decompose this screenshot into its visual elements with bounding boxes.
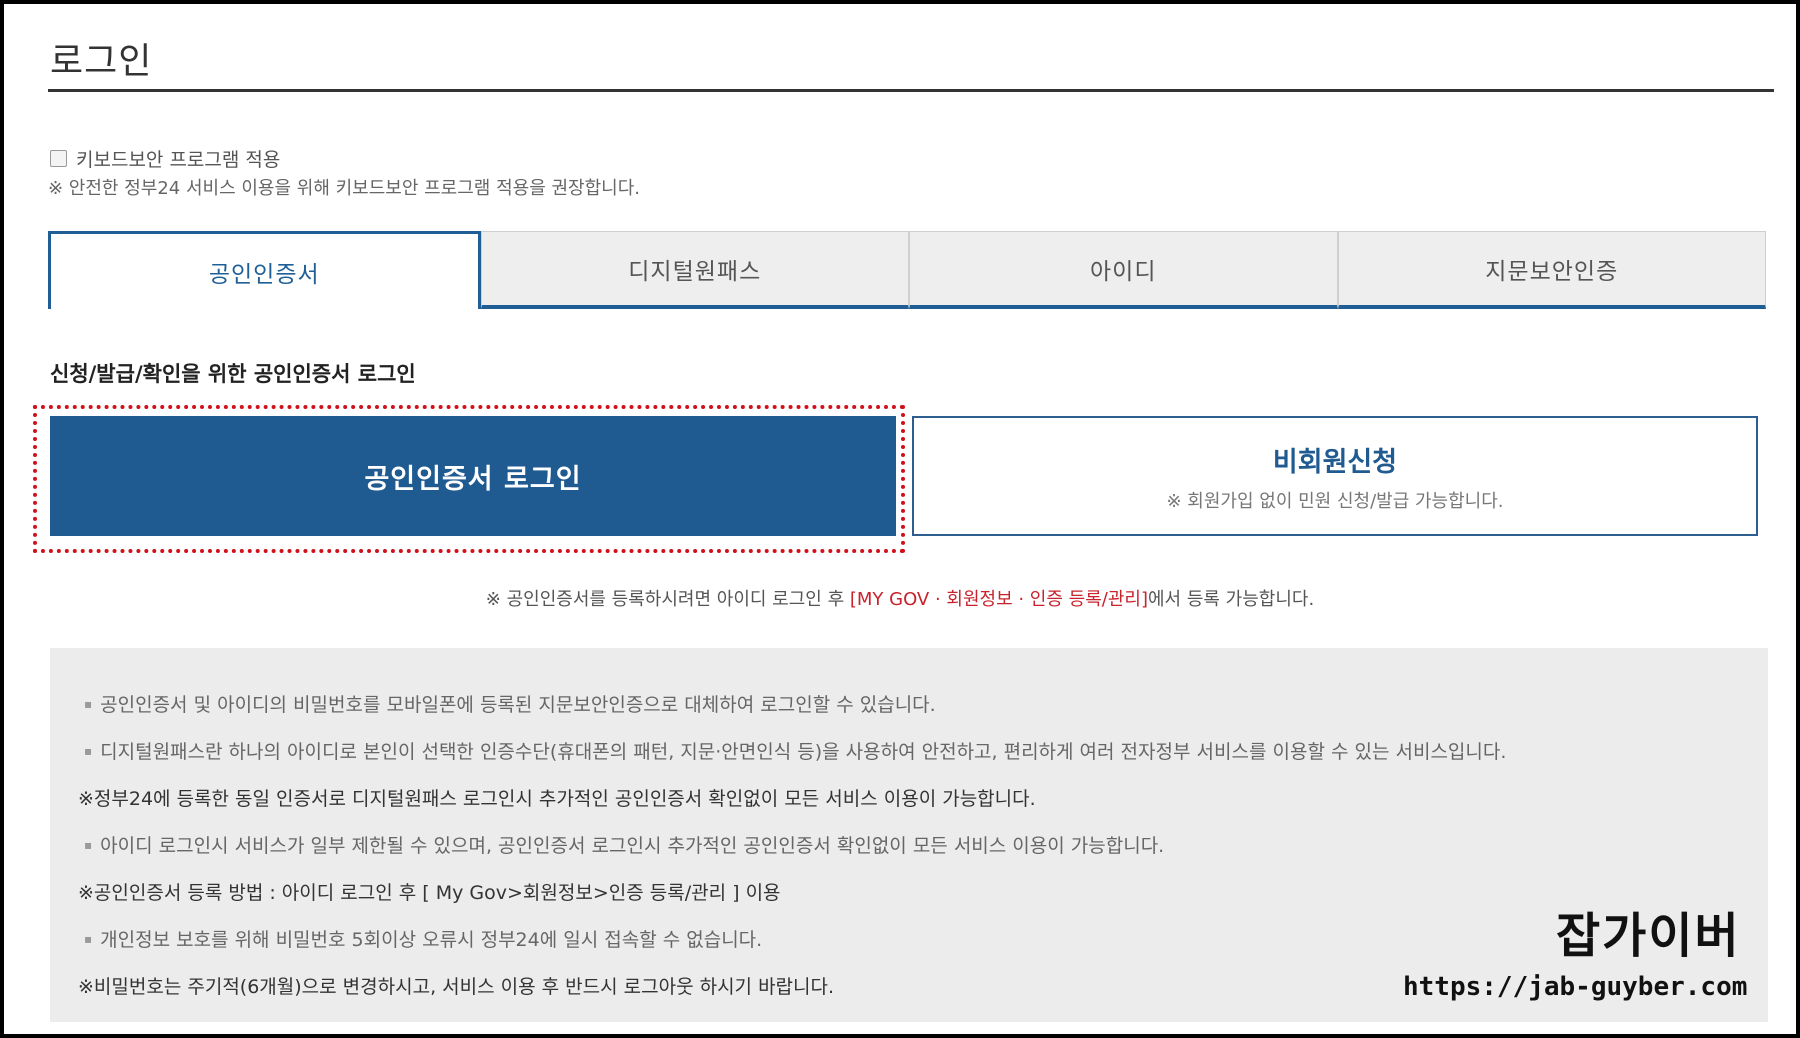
mygov-register-link[interactable]: [MY GOV · 회원정보 · 인증 등록/관리] [850,589,1148,610]
cert-login-button[interactable]: 공인인증서 로그인 [50,416,896,536]
info-line: 공인인증서 및 아이디의 비밀번호를 모바일폰에 등록된 지문보안인증으로 대체… [84,690,936,717]
keyboard-security-label: 키보드보안 프로그램 적용 [76,149,281,171]
info-note: ※비밀번호는 주기적(6개월)으로 변경하시고, 서비스 이용 후 반드시 로그… [78,976,835,998]
tab-id[interactable]: 아이디 [909,231,1338,309]
info-line: 아이디 로그인시 서비스가 일부 제한될 수 있으며, 공인인증서 로그인시 추… [84,831,1164,858]
watermark-title: 잡가이버 [1556,908,1741,964]
info-line: 디지털원패스란 하나의 아이디로 본인이 선택한 인증수단(휴대폰의 패턴, 지… [84,737,1506,764]
nonmember-subtitle: ※ 회원가입 없이 민원 신청/발급 가능합니다. [1166,490,1504,512]
register-note-suffix: 에서 등록 가능합니다. [1147,589,1315,610]
tab-digital-onepass[interactable]: 디지털원패스 [480,231,909,309]
watermark-url: https://jab-guyber.com [1403,972,1748,1002]
nonmember-title: 비회원신청 [1272,446,1398,478]
register-note-prefix: ※ 공인인증서를 등록하시려면 아이디 로그인 후 [485,589,850,610]
keyboard-security-note: ※ 안전한 정부24 서비스 이용을 위해 키보드보안 프로그램 적용을 권장합… [48,178,640,199]
info-note: ※정부24에 등록한 동일 인증서로 디지털원패스 로그인시 추가적인 공인인증… [78,788,1036,810]
login-method-tabs: 공인인증서 디지털원패스 아이디 지문보안인증 [48,231,1766,309]
tab-fingerprint[interactable]: 지문보안인증 [1337,231,1766,309]
info-note: ※공인인증서 등록 방법 : 아이디 로그인 후 [ My Gov>회원정보>인… [78,882,781,904]
title-divider [48,89,1774,92]
cert-section-heading: 신청/발급/확인을 위한 공인인증서 로그인 [50,362,416,386]
keyboard-security-checkbox[interactable] [50,150,67,167]
info-line: 개인정보 보호를 위해 비밀번호 5회이상 오류시 정부24에 일시 접속할 수… [84,925,762,952]
page-title: 로그인 [50,41,153,82]
register-note: ※ 공인인증서를 등록하시려면 아이디 로그인 후 [MY GOV · 회원정보… [0,585,1800,611]
nonmember-apply-button[interactable]: 비회원신청 ※ 회원가입 없이 민원 신청/발급 가능합니다. [912,416,1758,536]
keyboard-security-option[interactable]: 키보드보안 프로그램 적용 [50,145,280,172]
tab-certificate[interactable]: 공인인증서 [48,231,481,309]
